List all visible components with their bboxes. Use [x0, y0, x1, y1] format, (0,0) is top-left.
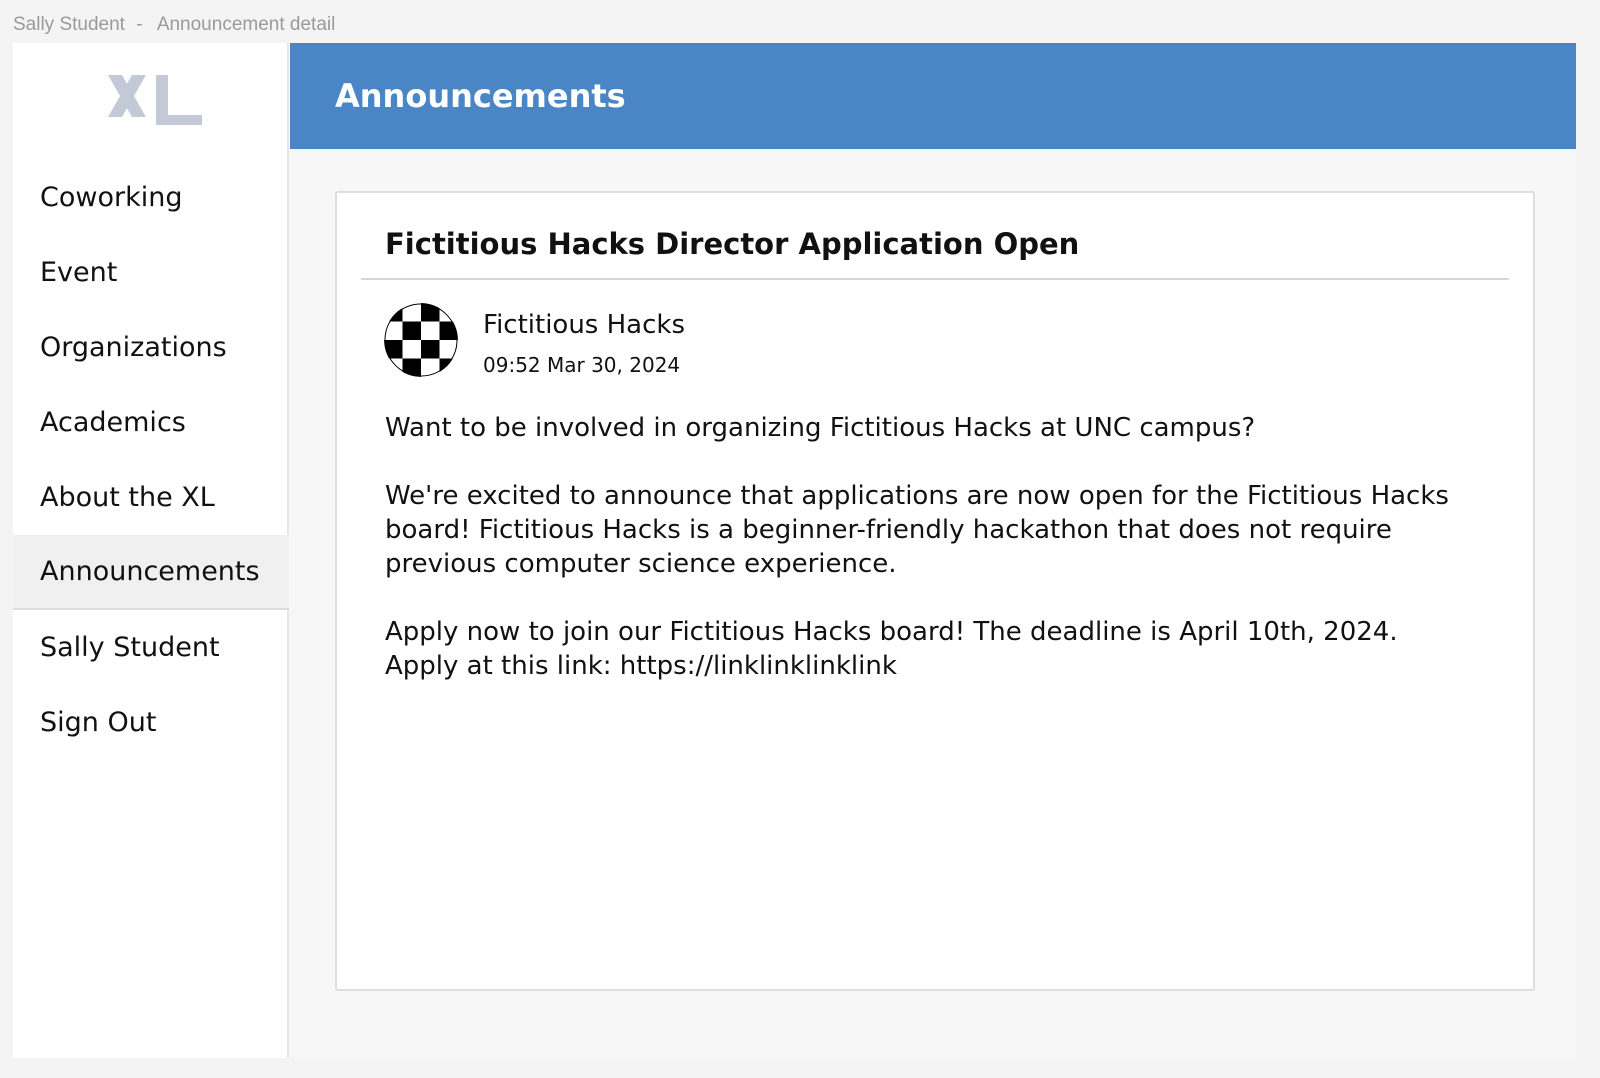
body-paragraph: We're excited to announce that applicati… [385, 481, 1449, 579]
page-title: Announcements [335, 77, 626, 115]
body-line: Apply at this link: https://linklinklink… [385, 651, 897, 681]
announcement-title: Fictitious Hacks Director Application Op… [385, 227, 1080, 261]
divider [361, 278, 1509, 280]
body-paragraph: Apply now to join our Fictitious Hacks b… [385, 615, 1505, 683]
sidebar-item-about[interactable]: About the XL [13, 460, 289, 535]
sidebar: Coworking Event Organizations Academics … [13, 43, 289, 1058]
author-name[interactable]: Fictitious Hacks [483, 310, 685, 340]
sidebar-item-academics[interactable]: Academics [13, 385, 289, 460]
announcement-body: Want to be involved in organizing Fictit… [385, 411, 1505, 683]
sidebar-item-profile[interactable]: Sally Student [13, 610, 289, 685]
window-title-user: Sally Student [13, 14, 125, 35]
sidebar-nav: Coworking Event Organizations Academics … [13, 160, 289, 760]
checkered-flag-avatar-icon [384, 303, 458, 377]
window-title: Sally Student - Announcement detail [13, 14, 335, 36]
sidebar-item-event[interactable]: Event [13, 235, 289, 310]
sidebar-item-organizations[interactable]: Organizations [13, 310, 289, 385]
sidebar-item-sign-out[interactable]: Sign Out [13, 685, 289, 760]
window-title-separator: - [136, 14, 143, 35]
app-frame: Coworking Event Organizations Academics … [13, 43, 1576, 1058]
sidebar-item-coworking[interactable]: Coworking [13, 160, 289, 235]
xl-logo-icon[interactable] [108, 71, 202, 129]
page-header: Announcements [290, 43, 1576, 149]
window-title-page: Announcement detail [156, 14, 336, 35]
body-paragraph: Want to be involved in organizing Fictit… [385, 413, 1256, 443]
announcement-timestamp: 09:52 Mar 30, 2024 [483, 353, 681, 377]
sidebar-item-announcements[interactable]: Announcements [13, 535, 289, 610]
announcement-card: Fictitious Hacks Director Application Op… [335, 191, 1535, 991]
body-line: Apply now to join our Fictitious Hacks b… [385, 617, 1398, 647]
